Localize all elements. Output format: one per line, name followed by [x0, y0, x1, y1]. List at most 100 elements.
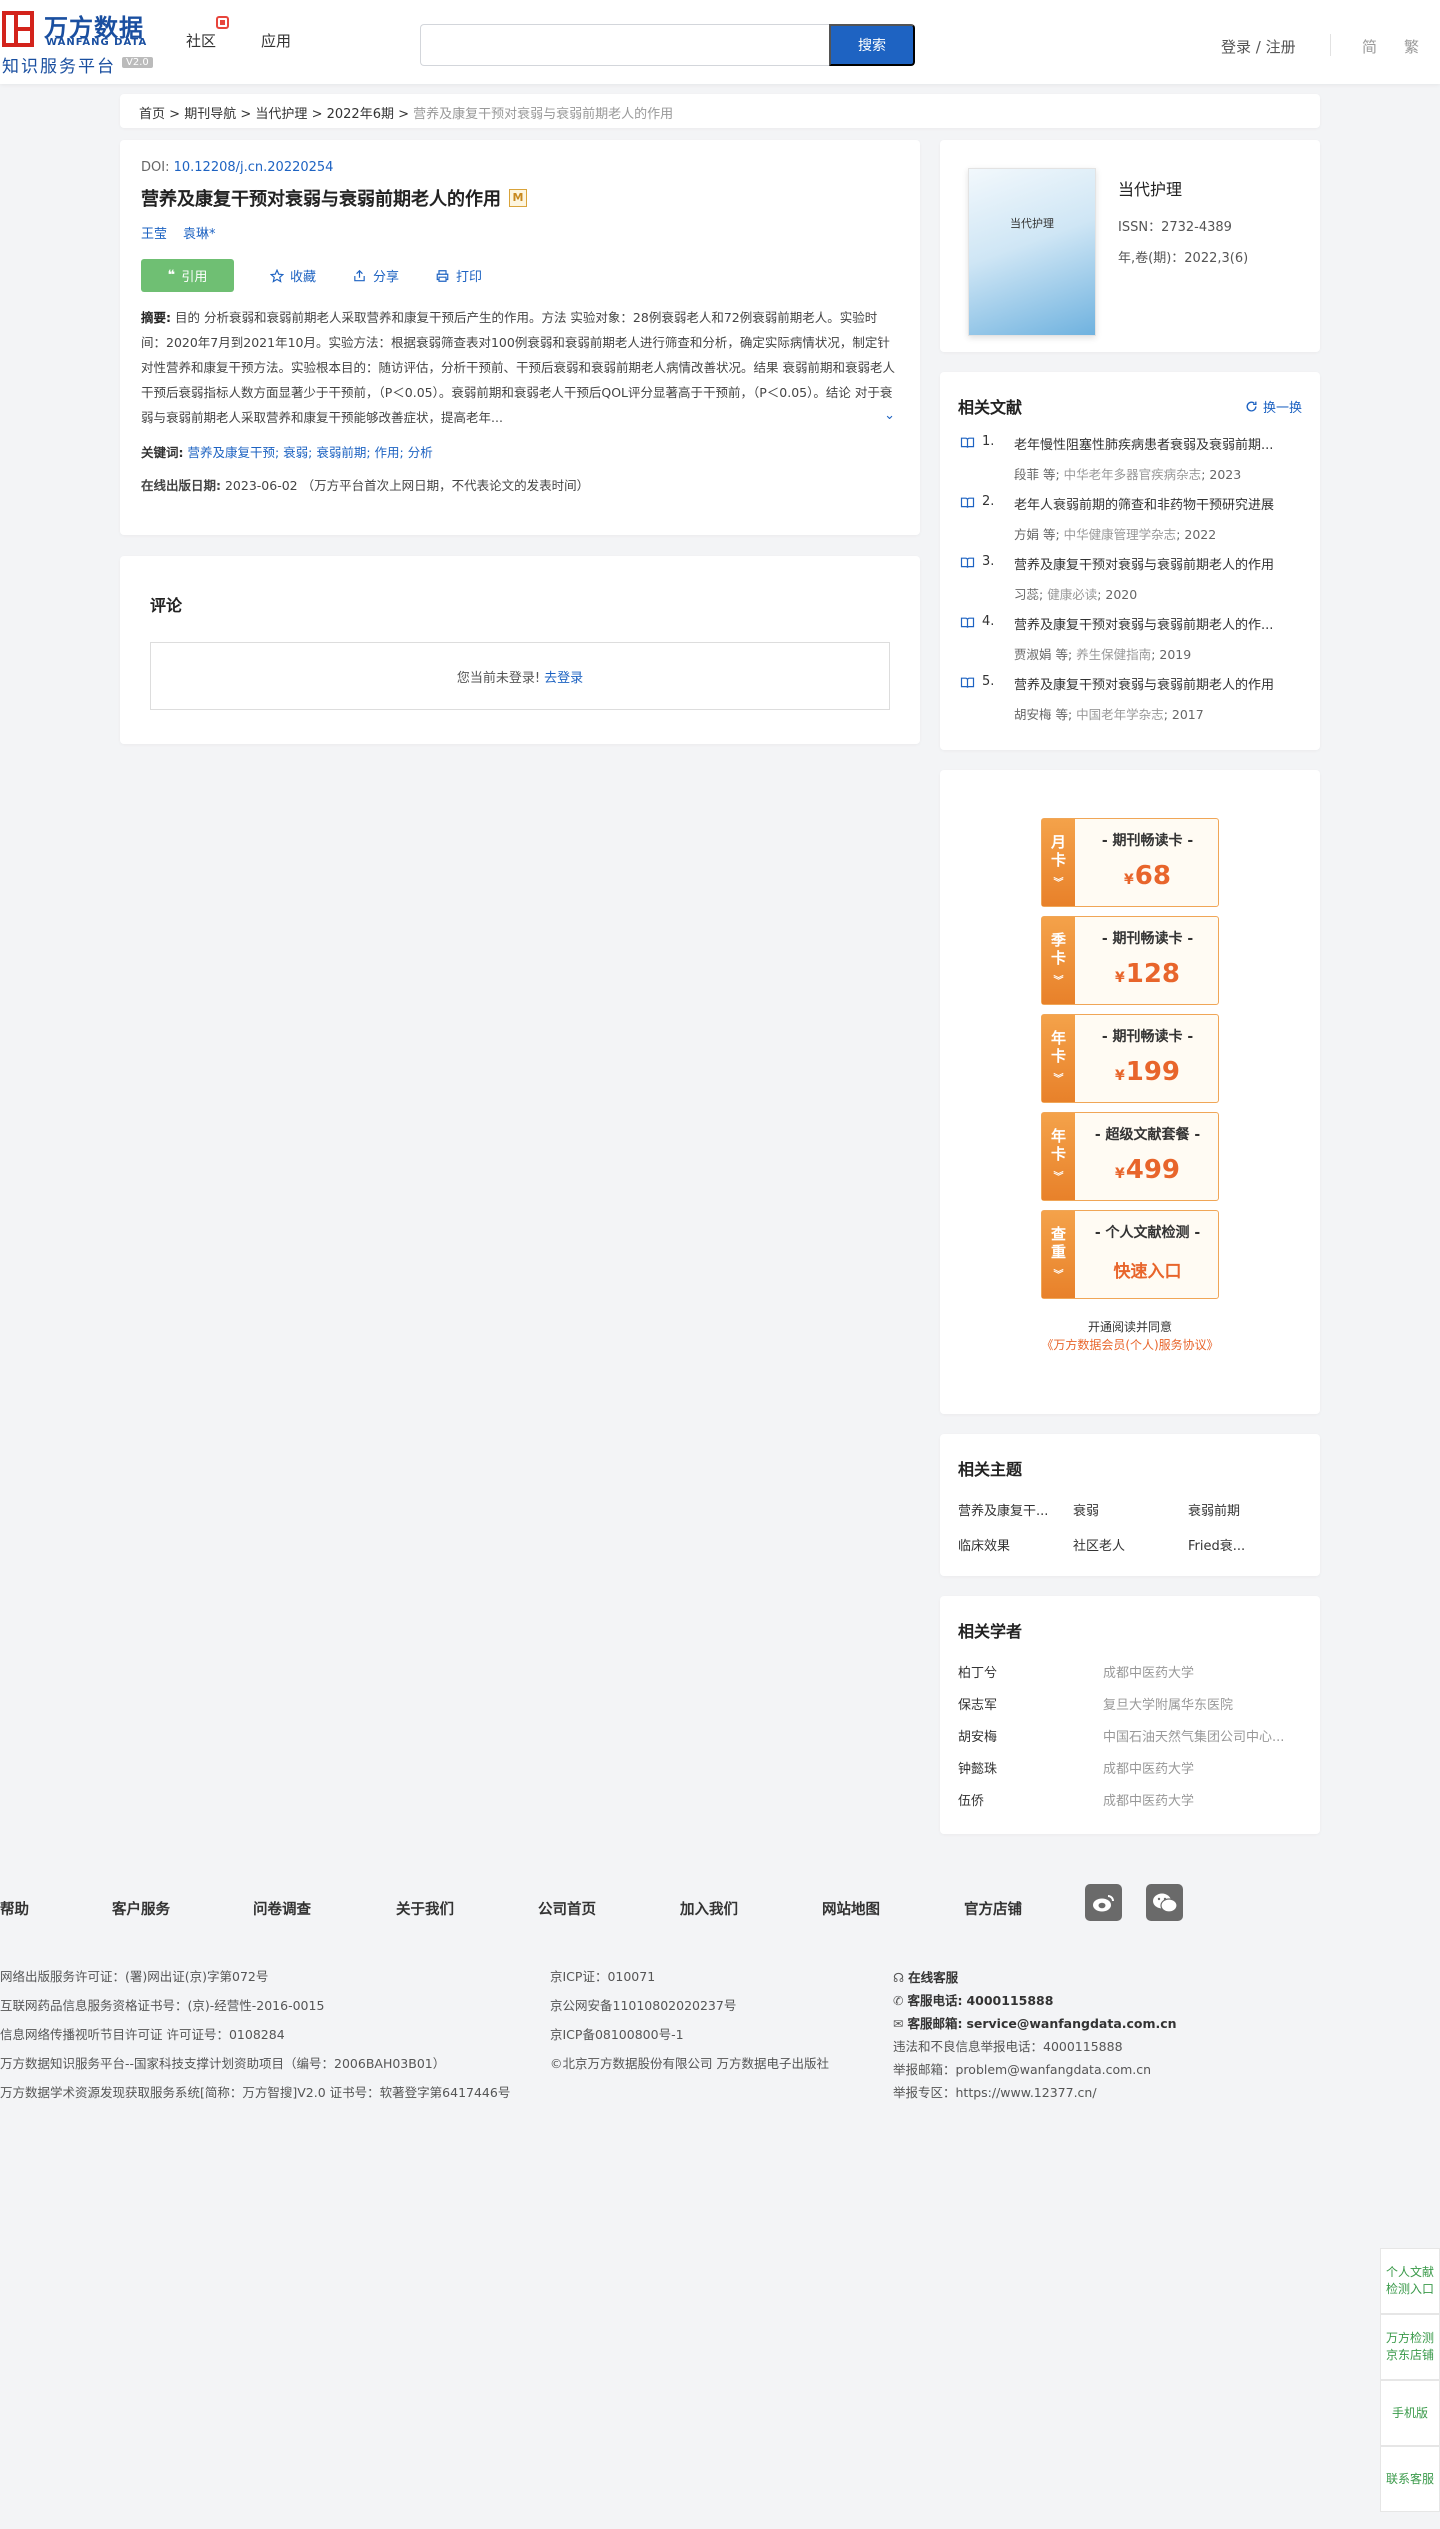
weibo-icon[interactable]	[1085, 1884, 1122, 1921]
footer-link-company[interactable]: 公司首页	[538, 1898, 596, 1919]
related-title-link[interactable]: 老年慢性阻塞性肺疾病患者衰弱及衰弱前期...	[1014, 434, 1302, 453]
wechat-icon[interactable]	[1146, 1884, 1183, 1921]
go-login-link[interactable]: 去登录	[544, 667, 583, 686]
footer-link-sitemap[interactable]: 网站地图	[822, 1898, 880, 1919]
related-num: 5.	[982, 674, 995, 689]
related-title-link[interactable]: 营养及康复干预对衰弱与衰弱前期老人的作用	[1014, 554, 1302, 573]
topic-link[interactable]: 社区老人	[1073, 1535, 1188, 1554]
vip-card-quarterly[interactable]: 季卡 ︾ - 期刊畅读卡 - ¥128	[1041, 916, 1219, 1005]
nav-apps[interactable]: 应用	[261, 30, 291, 51]
scholar-name: 保志军	[958, 1698, 998, 1713]
favorite-button[interactable]: 收藏	[270, 266, 316, 285]
search-button[interactable]: 搜索	[829, 24, 915, 66]
doi-link[interactable]: 10.12208/j.cn.20220254	[174, 160, 334, 175]
book-icon	[960, 497, 975, 508]
related-journal: 中华健康管理学杂志	[1063, 527, 1177, 542]
print-button[interactable]: 打印	[435, 266, 482, 285]
author-link[interactable]: 袁琳*	[183, 227, 216, 242]
scholar-row[interactable]: 柏丁兮 成都中医药大学	[958, 1662, 1302, 1694]
scholar-row[interactable]: 钟懿珠 成都中医药大学	[958, 1758, 1302, 1790]
float-jd-store[interactable]: 万方检测京东店铺	[1380, 2314, 1440, 2380]
scholar-row[interactable]: 保志军 复旦大学附属华东医院	[958, 1694, 1302, 1726]
footer-link-join[interactable]: 加入我们	[680, 1898, 738, 1919]
swap-button[interactable]: 换一换	[1245, 397, 1302, 416]
report-email[interactable]: 举报邮箱：problem@wanfangdata.com.cn	[893, 2058, 1177, 2081]
breadcrumb-journal[interactable]: 当代护理	[255, 107, 307, 122]
footer-link-store[interactable]: 官方店铺	[964, 1898, 1022, 1919]
related-title-link[interactable]: 营养及康复干预对衰弱与衰弱前期老人的作...	[1014, 614, 1302, 633]
breadcrumb-sep: >	[169, 107, 181, 122]
scholar-name: 柏丁兮	[958, 1666, 998, 1681]
scholar-row[interactable]: 胡安梅 中国石油天然气集团公司中心...	[958, 1726, 1302, 1758]
icp-line[interactable]: 京ICP证：010071	[550, 1962, 829, 1991]
footer-link-service[interactable]: 客户服务	[112, 1898, 170, 1919]
footer-link-help[interactable]: 帮助	[0, 1898, 29, 1919]
related-item[interactable]: 1. 老年慢性阻塞性肺疾病患者衰弱及衰弱前期... 段菲 等; 中华老年多器官疾…	[958, 432, 1302, 492]
share-icon	[354, 269, 365, 281]
search-input[interactable]	[420, 24, 830, 66]
cite-label: 引用	[181, 270, 208, 285]
login-register-link[interactable]: 登录 / 注册	[1221, 36, 1296, 57]
related-title-link[interactable]: 营养及康复干预对衰弱与衰弱前期老人的作用	[1014, 674, 1302, 693]
expand-abstract-icon[interactable]: ⌄	[884, 403, 895, 428]
related-item[interactable]: 2. 老年人衰弱前期的筛查和非药物干预研究进展 方娟 等; 中华健康管理学杂志;…	[958, 492, 1302, 552]
cite-button[interactable]: ❝ 引用	[141, 259, 234, 292]
email-label: 客服邮箱:	[907, 2016, 963, 2031]
keywords-links[interactable]: 营养及康复干预; 衰弱; 衰弱前期; 作用; 分析	[187, 445, 432, 460]
topic-link[interactable]: 营养及康复干...	[958, 1500, 1073, 1519]
related-item[interactable]: 4. 营养及康复干预对衰弱与衰弱前期老人的作... 贾淑娟 等; 养生保健指南;…	[958, 612, 1302, 672]
nav-community[interactable]: 社区	[186, 30, 216, 51]
service-agreement-link[interactable]: 《万方数据会员(个人)服务协议》	[1041, 1338, 1218, 1352]
doc-check-card[interactable]: 查重 ︾ - 个人文献检测 - 快速入口	[1041, 1210, 1219, 1299]
float-mobile-version[interactable]: 手机版	[1380, 2380, 1440, 2446]
report-zone[interactable]: 举报专区：https://www.12377.cn/	[893, 2081, 1177, 2104]
abstract: 摘要: 目的 分析衰弱和衰弱前期老人采取营养和康复干预后产生的作用。方法 实验对…	[141, 305, 899, 430]
icp-line[interactable]: 京ICP备08100800号-1	[550, 2020, 829, 2049]
related-item[interactable]: 3. 营养及康复干预对衰弱与衰弱前期老人的作用 习蕊; 健康必读; 2020	[958, 552, 1302, 612]
related-item[interactable]: 5. 营养及康复干预对衰弱与衰弱前期老人的作用 胡安梅 等; 中国老年学杂志; …	[958, 672, 1302, 732]
float-contact-service[interactable]: 联系客服	[1380, 2446, 1440, 2512]
vip-card-super-package[interactable]: 年卡 ︾ - 超级文献套餐 - ¥499	[1041, 1112, 1219, 1201]
swap-label: 换一换	[1262, 400, 1302, 416]
journal-name[interactable]: 当代护理	[1118, 176, 1182, 200]
vip-side-char: 重	[1050, 1243, 1066, 1261]
page-footer: 帮助 客户服务 问卷调查 关于我们 公司首页 加入我们 网站地图 官方店铺 网络…	[0, 1856, 1440, 2116]
topic-link[interactable]: 衰弱	[1073, 1500, 1188, 1519]
scholar-affiliation: 成都中医药大学	[1103, 1666, 1195, 1681]
vip-card-monthly[interactable]: 月卡 ︾ - 期刊畅读卡 - ¥68	[1041, 818, 1219, 907]
breadcrumb-journal-nav[interactable]: 期刊导航	[184, 107, 236, 122]
related-meta: 方娟 等; 中华健康管理学杂志; 2022	[1014, 527, 1217, 542]
footer-contact-column: ☊ 在线客服 ✆ 客服电话: 4000115888 ✉ 客服邮箱: servic…	[893, 1966, 1177, 2104]
share-button[interactable]: 分享	[352, 266, 399, 285]
vip-side-char: 卡	[1050, 851, 1066, 869]
related-title-link[interactable]: 老年人衰弱前期的筛查和非药物干预研究进展	[1014, 494, 1302, 513]
scholar-row[interactable]: 伍侨 成都中医药大学	[958, 1790, 1302, 1822]
footer-link-about[interactable]: 关于我们	[396, 1898, 454, 1919]
site-logo[interactable]: 万方数据 WANFANG DATA 知识服务平台 V2.0	[0, 6, 160, 77]
quote-icon: ❝	[167, 268, 176, 283]
breadcrumb-sep: >	[398, 107, 410, 122]
mobile-badge-icon[interactable]: M	[509, 189, 527, 207]
email-address[interactable]: service@wanfangdata.com.cn	[966, 2016, 1176, 2031]
book-icon	[960, 557, 975, 568]
article-panel: DOI: 10.12208/j.cn.20220254 营养及康复干预对衰弱与衰…	[120, 140, 920, 535]
breadcrumb-issue[interactable]: 2022年6期	[327, 107, 394, 122]
online-service-link[interactable]: ☊ 在线客服	[893, 1966, 1177, 1989]
lang-traditional[interactable]: 繁	[1404, 36, 1419, 57]
quick-entry-link[interactable]: 快速入口	[1075, 1257, 1220, 1282]
footer-link-survey[interactable]: 问卷调查	[253, 1898, 311, 1919]
float-doc-check-entry[interactable]: 个人文献检测入口	[1380, 2248, 1440, 2314]
phone-number: 4000115888	[966, 1993, 1054, 2008]
topic-link[interactable]: 衰弱前期	[1188, 1500, 1303, 1519]
double-chevron-down-icon: ︾	[1053, 1270, 1064, 1281]
journal-cover[interactable]: 当代护理	[968, 168, 1096, 336]
topic-link[interactable]: 临床效果	[958, 1535, 1073, 1554]
lang-simplified[interactable]: 简	[1362, 36, 1377, 57]
icp-line[interactable]: 京公网安备11010802020237号	[550, 1991, 829, 2020]
breadcrumb-home[interactable]: 首页	[139, 107, 165, 122]
author-link[interactable]: 王莹	[141, 227, 167, 242]
currency-symbol: ¥	[1114, 970, 1125, 986]
scholars-list: 柏丁兮 成都中医药大学 保志军 复旦大学附属华东医院 胡安梅 中国石油天然气集团公司中…	[958, 1662, 1302, 1822]
vip-card-yearly[interactable]: 年卡 ︾ - 期刊畅读卡 - ¥199	[1041, 1014, 1219, 1103]
topic-link[interactable]: Fried衰...	[1188, 1535, 1303, 1554]
